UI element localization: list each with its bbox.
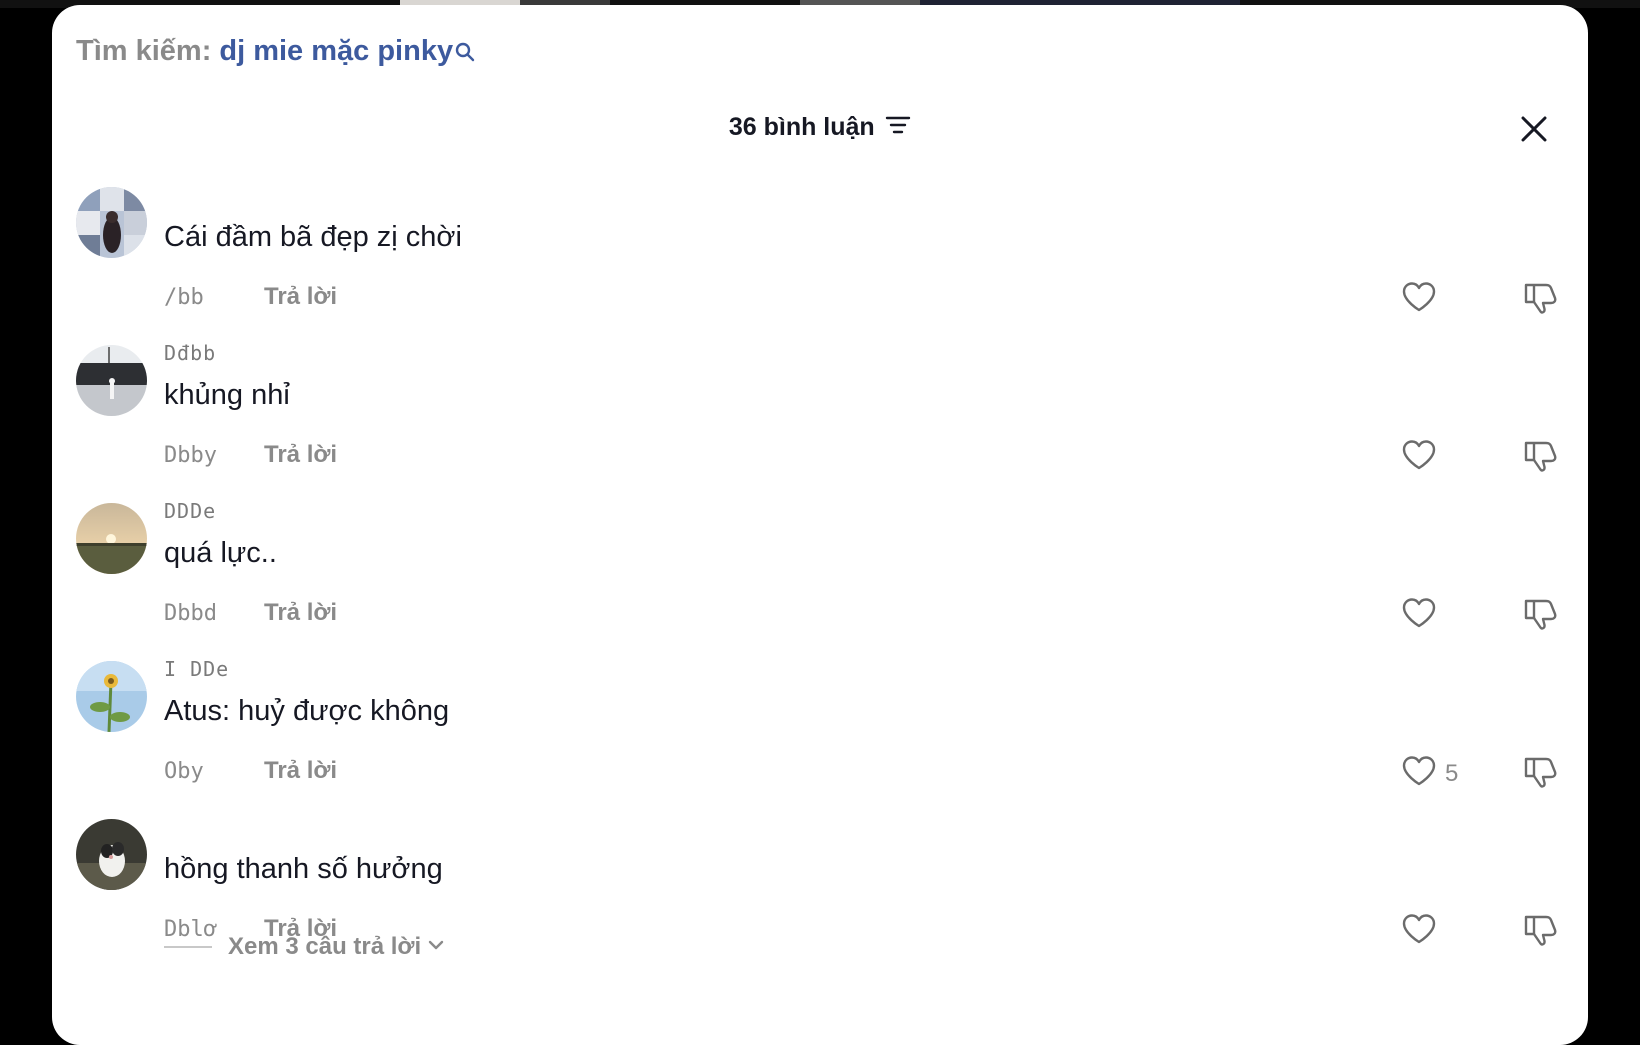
- comment-text: hồng thanh số hưởng: [164, 853, 443, 885]
- view-replies-button[interactable]: Xem 3 câu trả lời: [164, 933, 445, 961]
- search-suggestion[interactable]: Tìm kiếm: dj mie mặc pinky: [76, 35, 475, 70]
- avatar[interactable]: [76, 345, 147, 416]
- dislike-button[interactable]: [1522, 597, 1558, 636]
- thumbs-down-icon[interactable]: [1522, 283, 1558, 319]
- replies-divider: [164, 946, 212, 948]
- comment-text: quá lực..: [164, 537, 277, 569]
- avatar[interactable]: [76, 187, 147, 258]
- like-button[interactable]: [1401, 913, 1445, 950]
- comment-text: Atus: huỷ được không: [164, 695, 450, 727]
- like-count: 5: [1445, 759, 1459, 787]
- comment-username[interactable]: DDDe: [164, 499, 216, 523]
- comment-text: Cái đầm bã đẹp zị chời: [164, 221, 462, 253]
- avatar[interactable]: [76, 503, 147, 574]
- heart-icon[interactable]: [1401, 281, 1437, 318]
- like-button[interactable]: [1401, 439, 1445, 476]
- thumbs-down-icon[interactable]: [1522, 599, 1558, 635]
- search-prefix: Tìm kiếm:: [76, 35, 212, 67]
- comment-item: Cái đầm bã đẹp zị chời /bb Trả lời: [52, 183, 1588, 341]
- like-button[interactable]: 5: [1401, 755, 1458, 792]
- dislike-button[interactable]: [1522, 439, 1558, 478]
- reply-button[interactable]: Trả lời: [264, 283, 337, 311]
- comment-item: I DDe Atus: huỷ được không Oby Trả lời 5: [52, 657, 1588, 815]
- close-button[interactable]: [1514, 109, 1554, 149]
- comment-text: khủng nhỉ: [164, 379, 290, 411]
- search-icon[interactable]: [455, 37, 475, 70]
- heart-icon[interactable]: [1401, 597, 1437, 634]
- comment-username[interactable]: I DDe: [164, 657, 229, 681]
- reply-button[interactable]: Trả lời: [264, 757, 337, 785]
- like-button[interactable]: [1401, 281, 1445, 318]
- comment-timestamp: /bb: [164, 284, 204, 310]
- like-button[interactable]: [1401, 597, 1445, 634]
- comments-header: 36 bình luận: [52, 113, 1588, 153]
- comment-meta: /bb Trả lời: [164, 281, 337, 313]
- reply-button[interactable]: Trả lời: [264, 441, 337, 469]
- comments-sheet: Tìm kiếm:dj mie mặc pinky 36 bình luận: [52, 5, 1588, 1045]
- comment-timestamp: Oby: [164, 758, 204, 784]
- thumbs-down-icon[interactable]: [1522, 915, 1558, 951]
- search-query[interactable]: dj mie mặc pinky: [219, 35, 453, 67]
- comment-meta: Oby Trả lời: [164, 755, 337, 787]
- comment-meta: Dbby Trả lời: [164, 439, 337, 471]
- heart-icon[interactable]: [1401, 755, 1437, 792]
- comment-item: DDDe quá lực.. Dbbd Trả lời: [52, 499, 1588, 657]
- avatar[interactable]: [76, 819, 147, 890]
- comment-item: Dđbb khủng nhỉ Dbby Trả lời: [52, 341, 1588, 499]
- filter-icon[interactable]: [885, 114, 911, 141]
- dislike-button[interactable]: [1522, 755, 1558, 794]
- comment-meta: Dbbd Trả lời: [164, 597, 337, 629]
- comment-timestamp: Dbbd: [164, 600, 217, 626]
- thumbs-down-icon[interactable]: [1522, 757, 1558, 793]
- heart-icon[interactable]: [1401, 913, 1437, 950]
- dislike-button[interactable]: [1522, 281, 1558, 320]
- comment-list: Cái đầm bã đẹp zị chời /bb Trả lời Dđbb …: [52, 183, 1588, 973]
- heart-icon[interactable]: [1401, 439, 1437, 476]
- comment-username[interactable]: Dđbb: [164, 341, 216, 365]
- chevron-down-icon[interactable]: [427, 938, 445, 957]
- dislike-button[interactable]: [1522, 913, 1558, 952]
- comment-count: 36 bình luận: [728, 113, 875, 141]
- thumbs-down-icon[interactable]: [1522, 441, 1558, 477]
- comment-timestamp: Dbby: [164, 442, 217, 468]
- reply-button[interactable]: Trả lời: [264, 599, 337, 627]
- view-replies-label[interactable]: Xem 3 câu trả lời: [228, 933, 421, 961]
- avatar[interactable]: [76, 661, 147, 732]
- close-icon[interactable]: [1514, 116, 1554, 153]
